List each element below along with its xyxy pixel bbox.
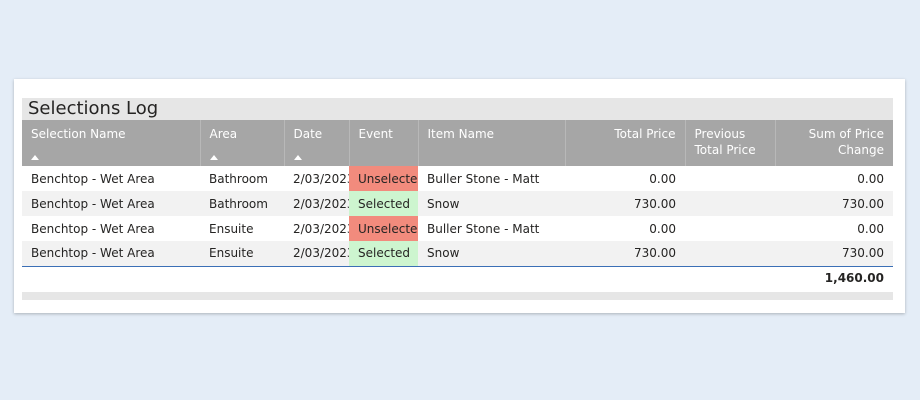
total-cell-empty: [349, 266, 418, 290]
total-cell-empty: [284, 266, 349, 290]
column-header-label: Date: [293, 127, 323, 141]
cell-area: Bathroom: [200, 166, 284, 191]
cell-area: Bathroom: [200, 191, 284, 216]
column-header-label: Selection Name: [31, 127, 126, 141]
cell-item-name: Snow: [418, 191, 565, 216]
cell-event: Selected: [349, 191, 418, 216]
cell-price-change: 0.00: [775, 216, 893, 241]
cell-item-name: Snow: [418, 241, 565, 267]
cell-item-name: Buller Stone - Matt: [418, 166, 565, 191]
table-row[interactable]: Benchtop - Wet Area Ensuite 2/03/2023 Se…: [22, 241, 893, 267]
visual-title: Selections Log: [28, 98, 159, 119]
cell-event: Unselected: [349, 216, 418, 241]
total-cell-empty: [22, 266, 200, 290]
cell-selection-name: Benchtop - Wet Area: [22, 191, 200, 216]
cell-price-change: 730.00: [775, 241, 893, 267]
table-row[interactable]: Benchtop - Wet Area Ensuite 2/03/2023 Un…: [22, 216, 893, 241]
cell-total-price: 730.00: [565, 191, 685, 216]
cell-selection-name: Benchtop - Wet Area: [22, 241, 200, 267]
cell-item-name: Buller Stone - Matt: [418, 216, 565, 241]
column-header-label: Previous Total Price: [694, 127, 756, 157]
sort-ascending-icon[interactable]: [209, 155, 218, 160]
total-cell-empty: [200, 266, 284, 290]
cell-total-price: 0.00: [565, 166, 685, 191]
cell-area: Ensuite: [200, 241, 284, 267]
sort-ascending-icon[interactable]: [31, 155, 39, 160]
cell-date: 2/03/2023: [284, 241, 349, 267]
cell-previous-total-price: [685, 166, 775, 191]
selections-log-visual[interactable]: Selections Log Selection Name Area Date: [14, 79, 905, 313]
table-header-row: Selection Name Area Date Event Item Name: [22, 120, 893, 166]
column-header-label: Event: [358, 127, 393, 141]
column-header-event[interactable]: Event: [349, 120, 419, 166]
horizontal-scrollbar[interactable]: [22, 292, 893, 300]
column-header-label: Total Price: [614, 127, 676, 141]
column-header-label: Area: [209, 127, 238, 141]
total-cell-empty: [685, 266, 775, 290]
cell-selection-name: Benchtop - Wet Area: [22, 216, 200, 241]
column-header-selection-name[interactable]: Selection Name: [22, 120, 201, 166]
column-header-previous-total-price[interactable]: Previous Total Price: [685, 120, 776, 166]
total-cell-empty: [565, 266, 685, 290]
column-header-label: Sum of Price Change: [808, 127, 884, 157]
cell-date: 2/03/2023: [284, 166, 349, 191]
cell-date: 2/03/2023: [284, 216, 349, 241]
table-row[interactable]: Benchtop - Wet Area Bathroom 2/03/2023 U…: [22, 166, 893, 191]
sort-ascending-icon[interactable]: [293, 155, 302, 160]
cell-event: Unselected: [349, 166, 418, 191]
visual-title-bar: Selections Log: [22, 98, 893, 120]
cell-price-change: 730.00: [775, 191, 893, 216]
total-cell-empty: [418, 266, 565, 290]
column-header-total-price[interactable]: Total Price: [565, 120, 686, 166]
cell-total-price: 0.00: [565, 216, 685, 241]
column-header-label: Item Name: [427, 127, 495, 141]
total-row: 1,460.00: [22, 266, 893, 290]
column-header-area[interactable]: Area: [200, 120, 285, 166]
selections-log-table: Selection Name Area Date Event Item Name: [22, 120, 893, 290]
cell-total-price: 730.00: [565, 241, 685, 267]
cell-selection-name: Benchtop - Wet Area: [22, 166, 200, 191]
cell-area: Ensuite: [200, 216, 284, 241]
column-header-sum-of-price-change[interactable]: Sum of Price Change: [775, 120, 893, 166]
column-header-item-name[interactable]: Item Name: [418, 120, 566, 166]
total-price-change: 1,460.00: [775, 266, 893, 290]
cell-previous-total-price: [685, 241, 775, 267]
column-header-date[interactable]: Date: [284, 120, 350, 166]
cell-previous-total-price: [685, 191, 775, 216]
cell-date: 2/03/2023: [284, 191, 349, 216]
table-row[interactable]: Benchtop - Wet Area Bathroom 2/03/2023 S…: [22, 191, 893, 216]
cell-event: Selected: [349, 241, 418, 267]
cell-price-change: 0.00: [775, 166, 893, 191]
cell-previous-total-price: [685, 216, 775, 241]
